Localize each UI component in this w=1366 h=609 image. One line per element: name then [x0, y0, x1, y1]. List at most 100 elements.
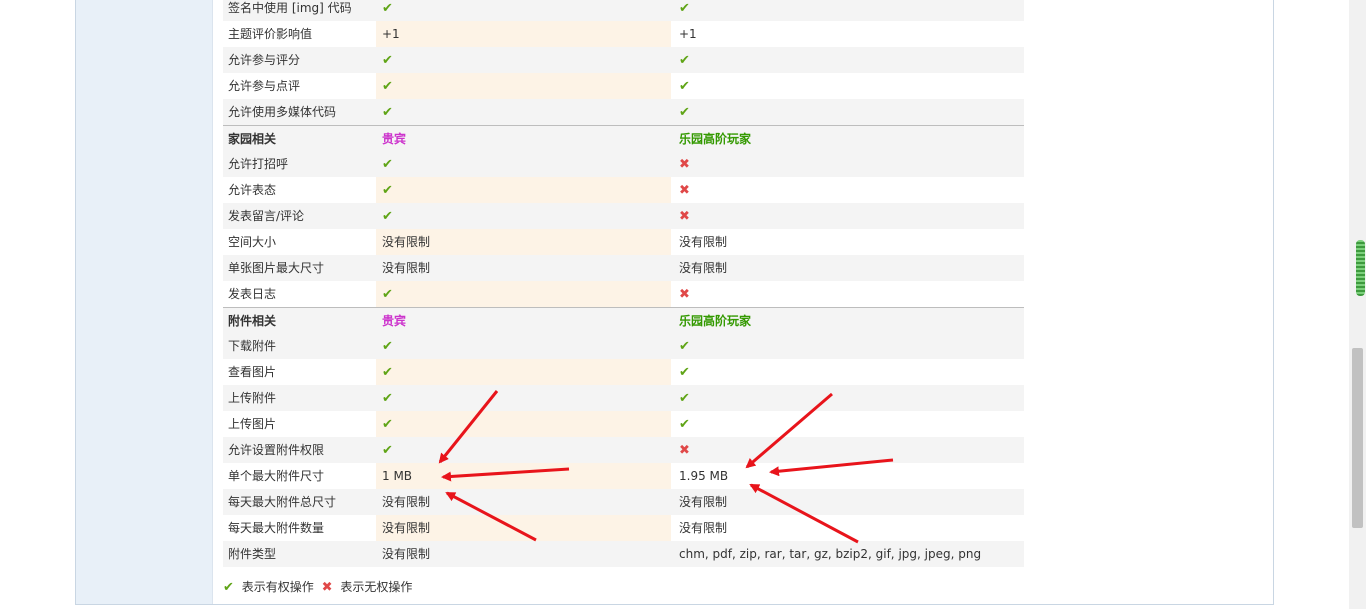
check-icon: ✔ [679, 339, 690, 354]
permission-cell: ✔ [376, 333, 671, 359]
table-row: 允许参与评分 ✔ ✔ [223, 47, 1024, 73]
cross-icon: ✖ [679, 443, 690, 458]
permission-cell: ✔ [376, 177, 671, 203]
check-icon: ✔ [382, 183, 393, 198]
check-icon: ✔ [382, 339, 393, 354]
value-cell: 没有限制 [382, 547, 431, 561]
check-icon: ✔ [382, 105, 393, 120]
check-icon: ✔ [382, 79, 393, 94]
check-icon: ✔ [382, 443, 393, 458]
row-label: 每天最大附件数量 [228, 521, 325, 535]
row-label: 允许打招呼 [228, 157, 289, 171]
table-row: 每天最大附件数量 没有限制 没有限制 [223, 515, 1024, 541]
table-row: 允许打招呼 ✔ ✖ [223, 151, 1024, 177]
row-label: 单张图片最大尺寸 [228, 261, 325, 275]
table-row: 附件类型 没有限制 chm, pdf, zip, rar, tar, gz, bzi… [223, 541, 1024, 567]
permission-cell: ✖ [674, 151, 1024, 177]
section-header-row: 附件相关 贵宾 乐园高阶玩家 [223, 307, 1024, 334]
permission-cell: ✔ [376, 203, 671, 229]
table-row: 允许设置附件权限 ✔ ✖ [223, 437, 1024, 463]
permission-cell: ✔ [376, 359, 671, 385]
check-icon: ✔ [679, 365, 690, 380]
legend: ✔ 表示有权操作 ✖ 表示无权操作 [223, 578, 416, 596]
check-icon: ✔ [382, 365, 393, 380]
table-row: 每天最大附件总尺寸 没有限制 没有限制 [223, 489, 1024, 515]
permission-cell: ✔ [376, 385, 671, 411]
table-row: 上传图片 ✔ ✔ [223, 411, 1024, 437]
permission-cell: ✖ [674, 203, 1024, 229]
permission-cell: ✔ [674, 73, 1024, 99]
permission-cell: ✔ [674, 385, 1024, 411]
group-name: 乐园高阶玩家 [679, 314, 752, 328]
value-cell: 没有限制 [679, 521, 728, 535]
check-icon: ✔ [382, 157, 393, 172]
row-label: 家园相关 [228, 132, 277, 146]
check-icon: ✔ [382, 417, 393, 432]
table-row: 允许使用多媒体代码 ✔ ✔ [223, 99, 1024, 125]
side-widget-tab[interactable] [1356, 240, 1365, 296]
row-label: 允许参与评分 [228, 53, 301, 67]
permission-cell: ✔ [674, 359, 1024, 385]
permission-cell: ✔ [674, 0, 1024, 21]
row-label: 上传附件 [228, 391, 277, 405]
row-label: 每天最大附件总尺寸 [228, 495, 337, 509]
table-row: 上传附件 ✔ ✔ [223, 385, 1024, 411]
permission-cell: ✔ [376, 99, 671, 125]
check-icon: ✔ [679, 105, 690, 120]
value-cell: 没有限制 [679, 235, 728, 249]
permission-cell: ✔ [674, 411, 1024, 437]
table-row: 发表日志 ✔ ✖ [223, 281, 1024, 307]
table-row: 发表留言/评论 ✔ ✖ [223, 203, 1024, 229]
row-label: 允许表态 [228, 183, 277, 197]
row-label: 允许参与点评 [228, 79, 301, 93]
value-cell: 没有限制 [382, 261, 431, 275]
check-icon: ✔ [679, 417, 690, 432]
group-name: 乐园高阶玩家 [679, 132, 752, 146]
section-header-row: 家园相关 贵宾 乐园高阶玩家 [223, 125, 1024, 152]
table-row: 允许表态 ✔ ✖ [223, 177, 1024, 203]
value-cell: 没有限制 [382, 495, 431, 509]
row-label: 允许设置附件权限 [228, 443, 325, 457]
check-icon: ✔ [679, 1, 690, 16]
permission-cell: ✔ [674, 99, 1024, 125]
permission-cell: ✖ [674, 177, 1024, 203]
permission-cell: ✔ [674, 47, 1024, 73]
permission-cell: ✔ [376, 47, 671, 73]
permission-cell: ✔ [376, 151, 671, 177]
check-icon: ✔ [679, 79, 690, 94]
row-label: 单个最大附件尺寸 [228, 469, 325, 483]
value-cell: 没有限制 [382, 235, 431, 249]
check-icon: ✔ [382, 53, 393, 68]
group-name: 贵宾 [382, 314, 407, 328]
row-label: 查看图片 [228, 365, 277, 379]
table-row: 单个最大附件尺寸 1 MB 1.95 MB [223, 463, 1024, 489]
check-icon: ✔ [382, 1, 393, 16]
check-icon: ✔ [382, 209, 393, 224]
check-icon: ✔ [679, 391, 690, 406]
value-cell: 1 MB [382, 469, 413, 483]
row-label: 附件相关 [228, 314, 277, 328]
row-label: 附件类型 [228, 547, 277, 561]
legend-denied: 表示无权操作 [340, 580, 413, 594]
permission-cell: ✔ [376, 73, 671, 99]
table-row: 主题评价影响值 +1 +1 [223, 21, 1024, 47]
row-label: 签名中使用 [img] 代码 [228, 1, 352, 15]
row-label: 空间大小 [228, 235, 277, 249]
cross-icon: ✖ [679, 287, 690, 302]
row-label: 下载附件 [228, 339, 277, 353]
cross-icon: ✖ [679, 183, 690, 198]
value-cell: 没有限制 [382, 521, 431, 535]
permission-cell: ✖ [674, 281, 1024, 307]
value-cell: +1 [382, 27, 400, 41]
check-icon: ✔ [223, 580, 234, 595]
value-cell: 没有限制 [679, 495, 728, 509]
permission-cell: ✔ [376, 411, 671, 437]
table-row: 签名中使用 [img] 代码 ✔ ✔ [223, 0, 1024, 21]
legend-allowed: 表示有权操作 [241, 580, 314, 594]
cross-icon: ✖ [679, 157, 690, 172]
scrollbar-thumb[interactable] [1352, 348, 1363, 528]
row-label: 发表日志 [228, 287, 277, 301]
cross-icon: ✖ [321, 580, 333, 595]
check-icon: ✔ [382, 391, 393, 406]
permission-cell: ✔ [376, 281, 671, 307]
